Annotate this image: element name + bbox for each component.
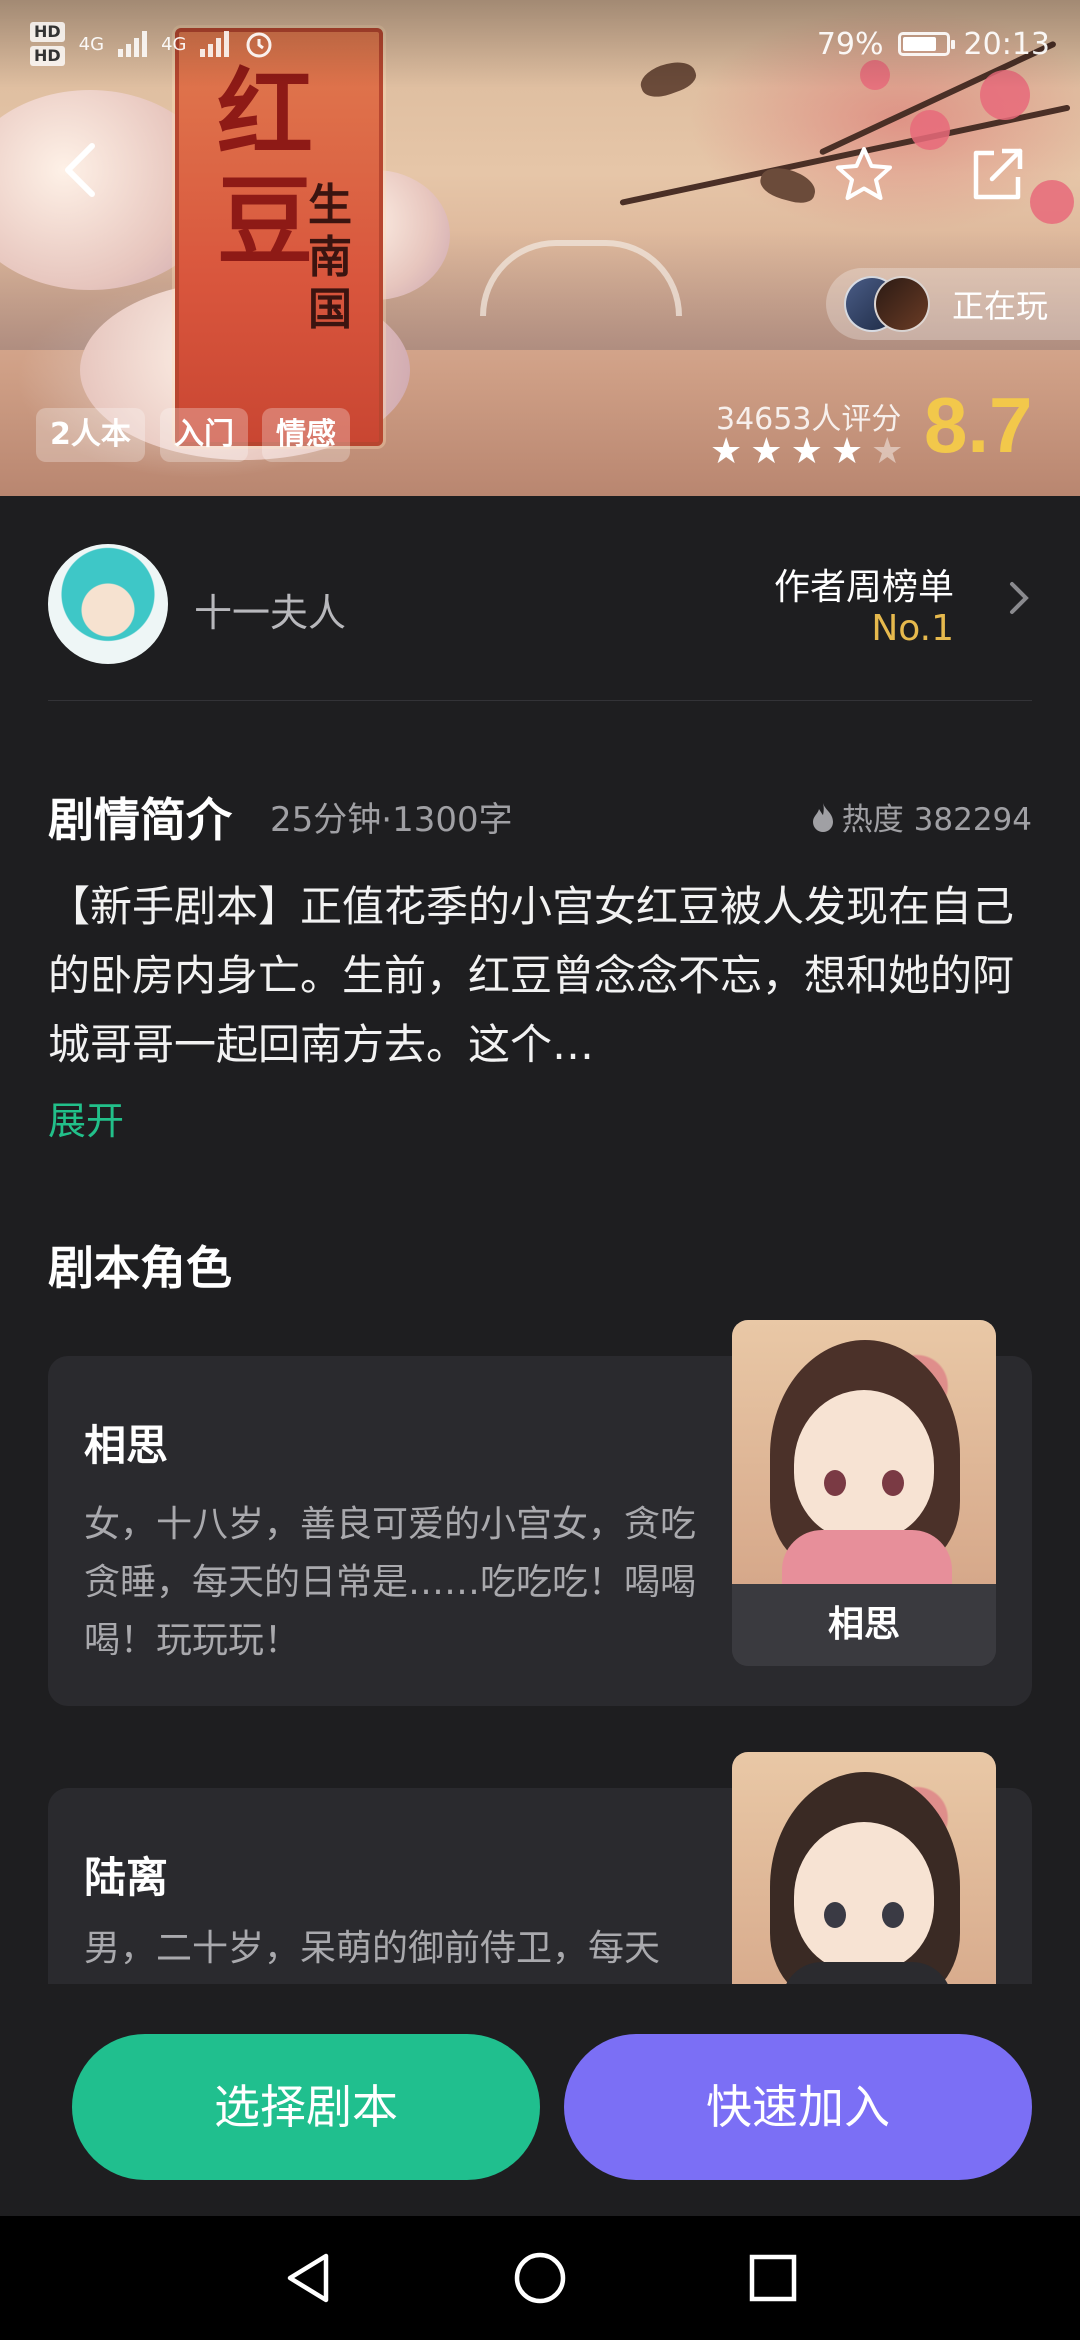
star-filled-icon: ★ [830,431,864,472]
role-portrait[interactable]: 陆离 [732,1752,996,1984]
battery-percent: 79% [816,26,884,62]
share-button[interactable] [956,135,1036,215]
hd-badge: HD [30,22,65,42]
star-outline-icon [836,147,892,200]
portrait-body [782,1962,952,1984]
star-filled-icon: ★ [750,431,783,472]
portrait-face [794,1822,934,1972]
synopsis-title: 剧情简介 [48,793,232,847]
synopsis-text: 【新手剧本】正值花季的小宫女红豆被人发现在自己的卧房内身亡。生前，红豆曾念念不忘… [48,882,1015,1069]
flame-icon [812,802,833,832]
role-description: 女，十八岁，善良可爱的小宫女，贪吃贪睡，每天的日常是……吃吃吃！喝喝喝！玩玩玩！ [84,1504,697,1661]
cover-subtitle: 生南国 [308,180,352,335]
player-avatars [843,274,934,334]
quick-join-button[interactable]: 快速加入 [564,2034,1032,2180]
expand-link[interactable]: 展开 [48,1090,124,1145]
status-right: 79% 20:13 [817,27,1050,62]
portrait-eye [824,1902,846,1928]
status-bar: HD HD 4G 4G 79% 20:13 [0,0,1080,88]
synopsis-meta: 25分钟·1300字 [270,800,513,840]
author-row[interactable]: 十一夫人 作者周榜单 No.1 [48,540,1032,701]
heat-value: 热度 382294 [841,802,1032,838]
role-portrait-image [732,1320,996,1610]
star-empty-icon: ★ [871,431,904,472]
status-left: HD HD 4G 4G [30,22,275,66]
author-rank-value: No.1 [871,608,954,649]
star-filled-icon: ★ [790,431,823,472]
nav-recents-icon [750,2254,797,2302]
role-description: 男，二十岁，呆萌的御前侍卫，每天 [84,1928,661,1969]
roles-list[interactable]: 相思 女，十八岁，善良可爱的小宫女，贪吃贪睡，每天的日常是……吃吃吃！喝喝喝！玩… [0,1300,1080,1984]
hd-badges: HD HD [30,22,65,66]
battery-icon [897,32,955,56]
role-name: 陆离 [84,1853,169,1902]
author-rank-label: 作者周榜单 [773,567,954,608]
share-icon [973,148,1023,200]
nav-back-icon [287,2253,328,2303]
bottom-actions: 选择剧本 快速加入 [0,1984,1080,2216]
battery-level [902,37,936,51]
author-avatar[interactable] [48,544,168,664]
nav-home-button[interactable] [510,2248,570,2308]
role-portrait-label: 相思 [732,1584,996,1666]
role-name: 相思 [84,1421,169,1470]
tag-genre: 情感 [262,408,350,462]
nav-back-button[interactable] [277,2248,337,2308]
cover-bird [757,163,819,207]
nav-home-icon [514,2252,566,2304]
clock: 20:13 [963,26,1050,62]
heat-indicator: 热度 382294 [810,794,1032,839]
portrait-eye [824,1470,846,1496]
signal-icon [118,31,148,57]
select-script-button[interactable]: 选择剧本 [72,2034,540,2180]
signal-icon [200,31,230,57]
star-filled-icon: ★ [710,431,743,472]
cover-hero: 红豆 生南国 HD HD 4G 4G 79% 20:13 正在玩 2人本 入门 … [0,0,1080,496]
back-button[interactable] [50,140,110,210]
tag-difficulty: 入门 [160,408,248,462]
favorite-button[interactable] [824,135,904,215]
now-playing-label: 正在玩 [951,287,1048,325]
network-type: 4G [161,33,187,55]
system-nav-bar [0,2216,1080,2340]
rating-stars: ★ ★ ★ ★ ★ [710,434,903,470]
rating-score: 8.7 [924,381,1033,469]
portrait-face [794,1390,934,1540]
hd-badge: HD [30,46,65,66]
portrait-eye [882,1470,904,1496]
role-portrait[interactable]: 相思 [732,1320,996,1666]
portrait-eye [882,1902,904,1928]
role-portrait-image [732,1752,996,1984]
nav-recents-button[interactable] [743,2248,803,2308]
alarm-icon [246,32,272,58]
chevron-right-icon[interactable] [1008,580,1030,626]
player-avatar [873,276,930,332]
cover-blossom [1030,180,1074,224]
author-name[interactable]: 十一夫人 [194,582,346,637]
back-arrow-icon [65,143,95,197]
now-playing-pill[interactable]: 正在玩 [825,268,1080,340]
network-type: 4G [78,33,105,55]
roles-title: 剧本角色 [48,1241,232,1295]
tag-players: 2人本 [36,408,145,462]
cover-blossom [910,110,950,150]
